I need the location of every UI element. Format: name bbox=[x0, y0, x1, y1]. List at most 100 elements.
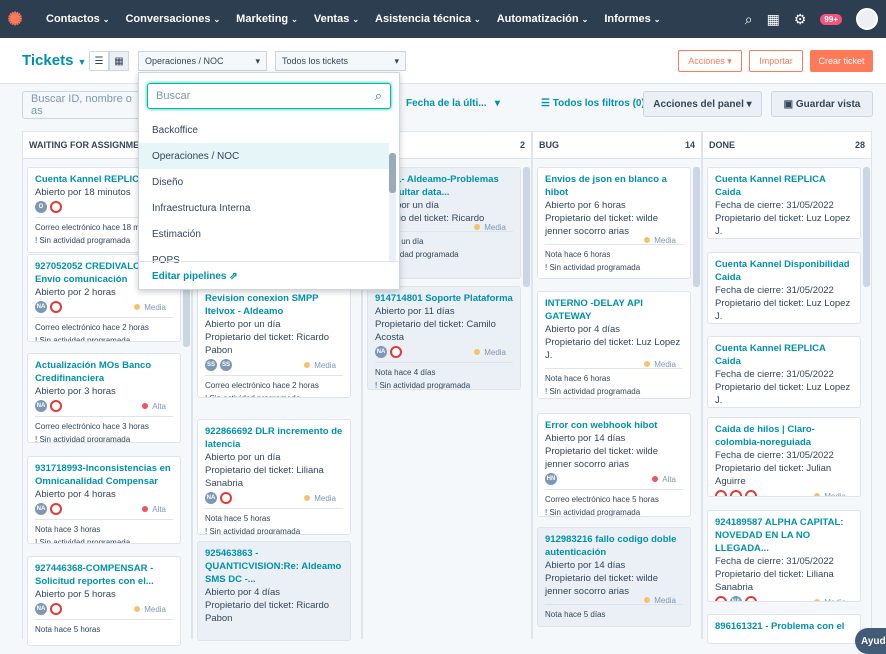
ticket-title[interactable]: 896161321 - Problema con el bbox=[715, 620, 853, 633]
ticket-title[interactable]: 927446368-COMPENSAR - Solicitud reportes… bbox=[35, 562, 173, 588]
company-logo-icon[interactable] bbox=[715, 490, 727, 496]
owner-avatar[interactable]: HN bbox=[545, 473, 557, 485]
company-logo-icon[interactable] bbox=[50, 201, 62, 213]
owner-avatar[interactable]: NA bbox=[205, 492, 217, 504]
ticket-card[interactable]: Envios de json en blanco a hibot Abierto … bbox=[537, 167, 691, 279]
page-title[interactable]: Tickets ▼ bbox=[22, 52, 86, 69]
ticket-title[interactable]: Caida de hilos | Claro-colombia-noreguia… bbox=[715, 423, 853, 449]
ticket-card[interactable]: Cuenta Kannel REPLICA Caida Fecha de cier… bbox=[707, 167, 861, 239]
marketplace-icon[interactable]: ▦ bbox=[767, 11, 780, 28]
column-header[interactable]: BUG 14 bbox=[533, 131, 701, 159]
ticket-card[interactable]: Revision conexion SMPP Itelvox - Aldeamo… bbox=[197, 286, 351, 398]
company-logo-icon[interactable] bbox=[50, 603, 62, 615]
ticket-title[interactable]: Revision conexion SMPP Itelvox - Aldeamo bbox=[205, 292, 343, 318]
owner-avatar[interactable]: NA bbox=[730, 596, 742, 601]
ticket-card[interactable]: 912983216 fallo codigo doble autenticaci… bbox=[537, 527, 691, 627]
company-logo-icon[interactable] bbox=[730, 490, 742, 496]
ticket-card[interactable]: 914714801 Soporte Plataforma Abierto por … bbox=[367, 286, 521, 390]
hubspot-logo-icon[interactable]: ✺ bbox=[0, 0, 30, 38]
dropdown-scroll-thumb[interactable] bbox=[389, 153, 396, 193]
owner-avatar[interactable]: NA bbox=[35, 301, 47, 313]
search-input[interactable]: Buscar ID, nombre o as bbox=[22, 91, 142, 119]
ticket-card[interactable]: 931718993-Inconsistencias en Omnicanalid… bbox=[27, 456, 181, 544]
nav-item[interactable]: Asistencia técnica ⌄ bbox=[367, 0, 489, 38]
ticket-title[interactable]: Cuenta Kannel REPLICA Caida bbox=[715, 342, 853, 368]
company-logo-icon[interactable] bbox=[715, 596, 727, 601]
nav-item[interactable]: Conversaciones ⌄ bbox=[117, 0, 228, 38]
ticket-card[interactable]: 924189587 ALPHA CAPITAL: NOVEDAD EN LA N… bbox=[707, 510, 861, 602]
column-scrollbar[interactable] bbox=[693, 167, 700, 287]
dropdown-item[interactable]: Infraestructura Interna bbox=[139, 195, 389, 221]
owner-avatar[interactable]: SS bbox=[205, 359, 217, 371]
nav-item[interactable]: Contactos ⌄ bbox=[38, 0, 117, 38]
column-header[interactable]: DONE 28 bbox=[703, 131, 871, 159]
owner-avatar[interactable]: O bbox=[35, 201, 47, 213]
avatar[interactable] bbox=[856, 8, 878, 30]
ticket-card[interactable]: Cuenta Kannel REPLICA Caida Fecha de cier… bbox=[707, 336, 861, 408]
owner-avatar[interactable]: NA bbox=[35, 503, 47, 515]
ticket-card[interactable]: 896161321 - Problema con el bbox=[707, 614, 861, 644]
owner-avatar[interactable]: SS bbox=[220, 359, 232, 371]
pipeline-select[interactable]: Operaciones / NOC ▾ bbox=[138, 51, 267, 71]
company-logo-icon[interactable] bbox=[50, 301, 62, 313]
company-logo-icon[interactable] bbox=[50, 400, 62, 412]
dropdown-item[interactable]: POPS bbox=[139, 247, 389, 273]
nav-item[interactable]: Automatización ⌄ bbox=[489, 0, 597, 38]
dropdown-item[interactable]: Diseño bbox=[139, 169, 389, 195]
ticket-card[interactable]: 925463863 - QUANTICVISION:Re: Aldeamo SM… bbox=[197, 541, 351, 641]
ticket-card[interactable]: Caida de hilos | Claro-colombia-noreguia… bbox=[707, 417, 861, 497]
nav-item[interactable]: Marketing ⌄ bbox=[228, 0, 306, 38]
company-logo-icon[interactable] bbox=[390, 346, 402, 358]
ticket-title[interactable]: Actualización MOs Banco Credifinanciera bbox=[35, 359, 173, 385]
ticket-title[interactable]: 931718993-Inconsistencias en Omnicanalid… bbox=[35, 462, 173, 488]
ticket-title[interactable]: 912983216 fallo codigo doble autenticaci… bbox=[545, 533, 683, 559]
nav-item[interactable]: Ventas ⌄ bbox=[306, 0, 367, 38]
ticket-detail: Abierto por 3 horas bbox=[35, 386, 116, 397]
list-view-button[interactable]: ☰ bbox=[89, 51, 109, 71]
ticket-card[interactable]: Cuenta Kannel Disponibilidad Caida Fecha … bbox=[707, 252, 861, 324]
ticket-card[interactable]: 922866692 DLR incremento de latencia Abie… bbox=[197, 419, 351, 535]
dropdown-item[interactable]: Operaciones / NOC bbox=[139, 143, 389, 169]
owner-avatar[interactable]: NA bbox=[35, 400, 47, 412]
ticket-card[interactable]: Error con webhook hibot Abierto por 14 dí… bbox=[537, 413, 691, 517]
view-filter-select[interactable]: Todos los tickets ▾ bbox=[275, 51, 406, 71]
ticket-card[interactable]: 927446368-COMPENSAR - Solicitud reportes… bbox=[27, 556, 181, 646]
company-logo-icon[interactable] bbox=[745, 490, 757, 496]
ticket-card[interactable]: INTERNO -DELAY API GATEWAY Abierto por 4 … bbox=[537, 291, 691, 399]
ticket-title[interactable]: 922866692 DLR incremento de latencia bbox=[205, 425, 343, 451]
ticket-title[interactable]: Cuenta Kannel Disponibilidad Caida bbox=[715, 258, 853, 284]
board-view-button[interactable]: ▦ bbox=[109, 51, 129, 71]
dropdown-search-input[interactable]: Buscar ⌕ bbox=[147, 83, 391, 109]
dropdown-item[interactable]: Backoffice bbox=[139, 117, 389, 143]
company-logo-icon[interactable] bbox=[745, 596, 757, 601]
ticket-title[interactable]: 924189587 ALPHA CAPITAL: NOVEDAD EN LA N… bbox=[715, 516, 853, 555]
ticket-title[interactable]: 925463863 - QUANTICVISION:Re: Aldeamo SM… bbox=[205, 547, 343, 586]
activity-line: Nota hace 6 horas bbox=[545, 374, 611, 383]
gear-icon[interactable]: ⚙ bbox=[794, 11, 807, 28]
ticket-title[interactable]: 914714801 Soporte Plataforma bbox=[375, 292, 513, 305]
search-icon[interactable]: ⌕ bbox=[745, 11, 753, 28]
ticket-title[interactable]: Error con webhook hibot bbox=[545, 419, 683, 432]
panel-actions-button[interactable]: Acciones del panel ▾ bbox=[643, 91, 762, 117]
import-button[interactable]: Importar bbox=[749, 50, 803, 72]
all-filters-button[interactable]: ☰ Todos los filtros (0) bbox=[541, 98, 645, 109]
column-scrollbar[interactable] bbox=[863, 167, 870, 287]
create-ticket-button[interactable]: Crear ticket bbox=[810, 50, 873, 72]
owner-avatar[interactable]: NA bbox=[375, 346, 387, 358]
notifications-badge[interactable]: 99+ bbox=[820, 13, 842, 25]
save-view-button[interactable]: ▣ Guardar vista bbox=[771, 91, 873, 117]
edit-pipelines-link[interactable]: Editar pipelines ⇗ bbox=[152, 271, 238, 282]
date-filter[interactable]: Fecha de la últi... ▾ bbox=[406, 98, 500, 109]
column-scrollbar[interactable] bbox=[523, 167, 530, 287]
ticket-title[interactable]: Cuenta Kannel REPLICA Caida bbox=[715, 173, 853, 199]
ticket-title[interactable]: INTERNO -DELAY API GATEWAY bbox=[545, 297, 683, 323]
ticket-title[interactable]: Envios de json en blanco a hibot bbox=[545, 173, 683, 199]
company-logo-icon[interactable] bbox=[220, 492, 232, 504]
actions-button[interactable]: Acciones ▾ bbox=[678, 50, 742, 72]
dropdown-item[interactable]: Estimación bbox=[139, 221, 389, 247]
ticket-card[interactable]: Actualización MOs Banco Credifinanciera A… bbox=[27, 353, 181, 443]
owner-avatar[interactable]: NA bbox=[35, 603, 47, 615]
help-button[interactable]: Ayuda bbox=[855, 628, 886, 654]
nav-item[interactable]: Informes ⌄ bbox=[596, 0, 668, 38]
company-logo-icon[interactable] bbox=[50, 503, 62, 515]
